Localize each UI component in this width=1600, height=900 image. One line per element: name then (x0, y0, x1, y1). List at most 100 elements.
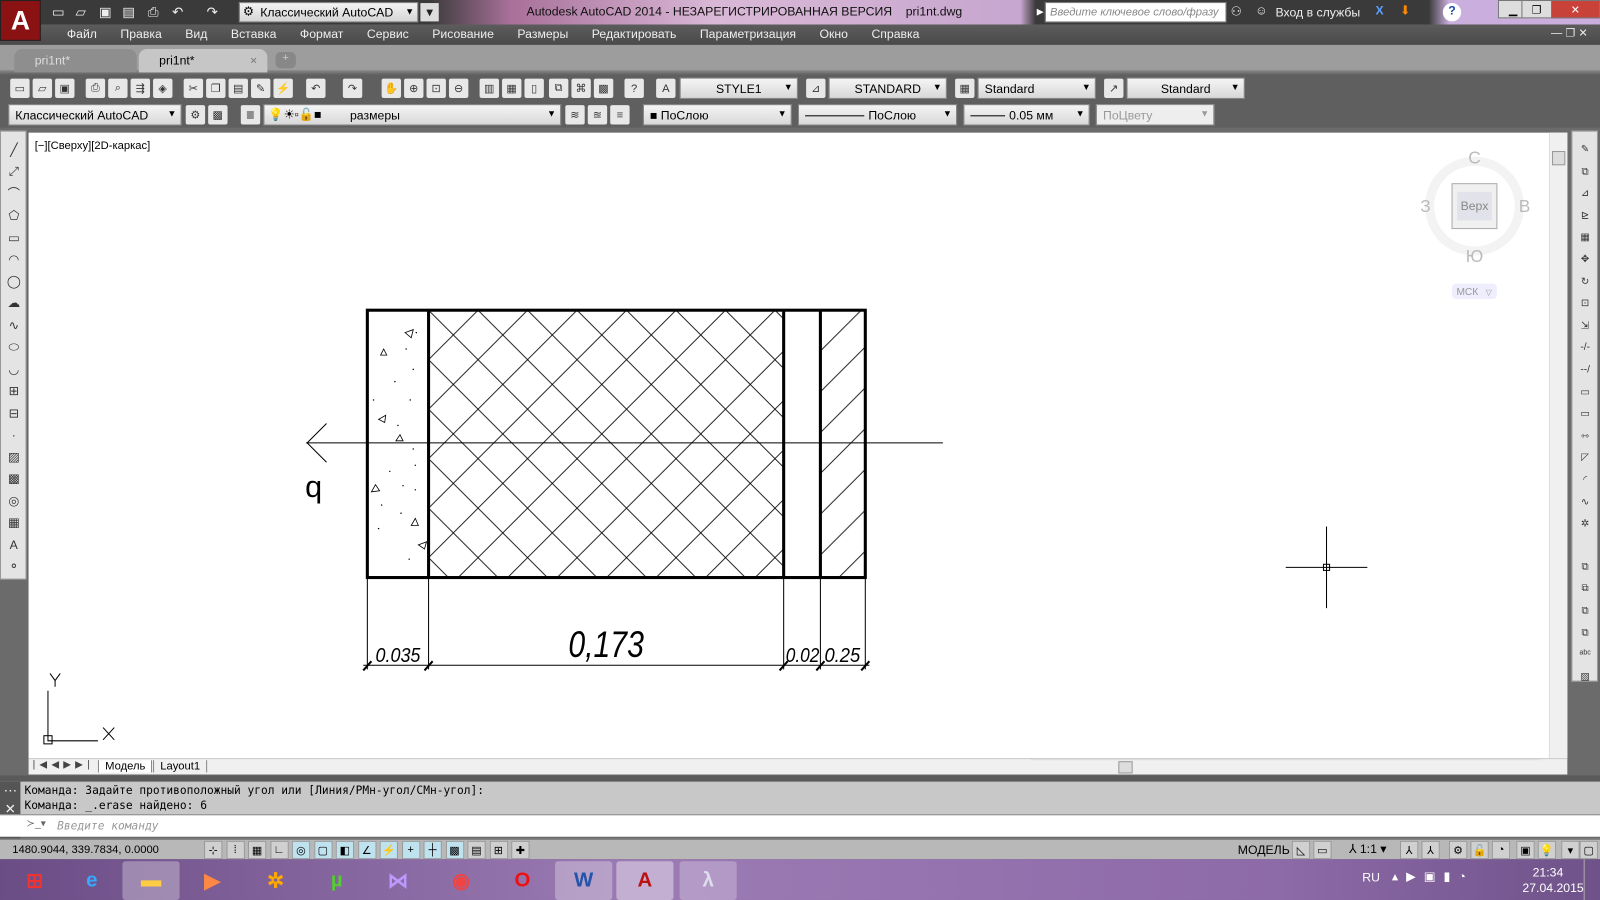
horizontal-scrollbar[interactable] (1030, 759, 1541, 774)
break-icon[interactable]: ▭ (1575, 404, 1594, 423)
qa-open-icon[interactable]: ▱ (71, 3, 89, 21)
toolpalette-icon[interactable]: ▯ (524, 78, 544, 98)
doc-window-controls[interactable]: — ❐ ✕ (1551, 27, 1588, 40)
search-input[interactable]: Введите ключевое слово/фразу (1044, 2, 1227, 23)
table-icon[interactable]: ▦ (4, 513, 23, 532)
sheetset-icon[interactable]: ⧉ (548, 78, 569, 98)
qa-save-icon[interactable]: ▣ (96, 3, 114, 21)
close-tab-icon[interactable]: × (250, 53, 257, 67)
mleader-style-dropdown[interactable]: Standard ▼ (1126, 77, 1245, 99)
expand-search-icon[interactable]: ▶ (1037, 6, 1044, 17)
redo-icon[interactable]: ↷ (342, 78, 363, 98)
explorer-icon[interactable]: ▬ (122, 861, 180, 900)
fillet-icon[interactable]: ◜ (1575, 470, 1594, 489)
snap-icon[interactable]: ⁞ (226, 840, 245, 860)
region-icon[interactable]: ◎ (4, 491, 23, 510)
drawing-canvas[interactable]: q 0.035 0,173 0.02 0.25 Верх С Ю З В МСК… (28, 132, 1568, 759)
menu-item[interactable]: Формат (288, 24, 355, 44)
close-button[interactable]: ✕ (1551, 0, 1600, 19)
table-style-dropdown[interactable]: Standard ▼ (977, 77, 1096, 99)
text-front-icon[interactable]: ᵃᵇᶜ (1575, 645, 1594, 664)
autocad-task-icon[interactable]: A (616, 861, 674, 900)
viewcube[interactable]: Верх С Ю З В МСК ▽ (1420, 147, 1530, 299)
utorrent-icon[interactable]: µ (308, 861, 365, 900)
join-icon[interactable]: ⇿ (1575, 426, 1594, 445)
3dprint-icon[interactable]: ◈ (153, 78, 173, 98)
viewcube-west[interactable]: З (1420, 196, 1430, 216)
chamfer-icon[interactable]: ◸ (1575, 448, 1594, 467)
quick-view-drawings-icon[interactable]: ▭ (1313, 840, 1332, 860)
qa-print-icon[interactable]: ⎙ (144, 3, 162, 21)
menu-item[interactable]: Правка (109, 24, 174, 44)
workspace-settings-icon[interactable]: ⚙ (185, 105, 206, 125)
customize-qa-icon[interactable]: ▾ (420, 3, 439, 22)
copy-object-icon[interactable]: ⧉ (1575, 162, 1594, 181)
rotate-icon[interactable]: ↻ (1575, 272, 1594, 291)
rectangle-icon[interactable]: ▭ (4, 228, 23, 247)
binoculars-icon[interactable]: ⚇ (1231, 4, 1242, 18)
viewcube-south[interactable]: Ю (1466, 246, 1484, 266)
lineweight-dropdown[interactable]: 0.05 мм ▼ (963, 104, 1090, 126)
trim-icon[interactable]: -/- (1575, 338, 1594, 357)
help-button[interactable]: ? (1442, 3, 1462, 22)
menu-item[interactable]: Справка (860, 24, 932, 44)
lightbulb-icon[interactable]: 💡 (1537, 840, 1557, 860)
cut-icon[interactable]: ✂ (183, 78, 204, 98)
ellipse-icon[interactable]: ⬭ (4, 337, 23, 356)
tab-layout1[interactable]: Layout1 (153, 760, 208, 773)
gradient-icon[interactable]: ▩ (4, 469, 23, 488)
zoom-window-icon[interactable]: ⊡ (426, 78, 446, 98)
menu-item[interactable]: Размеры (506, 24, 580, 44)
coordinates-readout[interactable]: 1480.9044, 339.7834, 0.0000 (12, 844, 159, 856)
menu-item[interactable]: Редактировать (580, 24, 688, 44)
layer-dropdown[interactable]: 💡☀▫🔓■ размеры ▼ (263, 104, 562, 126)
paste-icon[interactable]: ▤ (228, 78, 248, 98)
designcenter-icon[interactable]: ▦ (502, 78, 522, 98)
viewport-controls[interactable]: [−][Сверху][2D-каркас] (35, 140, 151, 152)
layer-properties-icon[interactable]: ≣ (240, 105, 261, 125)
ortho-icon[interactable]: ∟ (269, 840, 289, 860)
insert-block-icon[interactable]: ⊞ (4, 381, 23, 400)
workspace-combo[interactable]: Классический AutoCAD ▼ (8, 104, 182, 126)
media-player-icon[interactable]: ▶ (184, 861, 241, 900)
qa-new-icon[interactable]: ▭ (49, 3, 67, 21)
3dosnap-icon[interactable]: ◧ (335, 840, 355, 860)
addselected-icon[interactable]: ⚬ (4, 557, 23, 576)
erase-icon[interactable]: ✎ (1575, 140, 1594, 159)
selection-cycling-icon[interactable]: ⊞ (489, 840, 508, 860)
stretch-icon[interactable]: ⇲ (1575, 316, 1594, 335)
qa-saveas-icon[interactable]: ▤ (119, 3, 137, 21)
mathcad-icon[interactable]: λ (679, 861, 737, 900)
polar-icon[interactable]: ◎ (291, 840, 311, 860)
new-tab-button[interactable]: + (275, 52, 296, 69)
calculator-icon[interactable]: ▩ (593, 78, 614, 98)
scroll-thumb[interactable] (1118, 761, 1133, 774)
status-menu-icon[interactable]: ▾ (1561, 840, 1580, 860)
pan-icon[interactable]: ✋ (381, 78, 402, 98)
model-space-toggle[interactable]: МОДЕЛЬ (1238, 843, 1290, 857)
ducs-icon[interactable]: ⚡ (379, 840, 398, 860)
ucs-menu[interactable]: МСК (1456, 287, 1478, 298)
vertical-scrollbar[interactable] (1548, 132, 1568, 759)
customize-icon[interactable]: ▩ (208, 105, 228, 125)
ie-icon[interactable]: e (63, 861, 120, 900)
clean-screen-icon[interactable]: ▢ (1579, 840, 1598, 860)
break-point-icon[interactable]: ▭ (1575, 382, 1594, 401)
viewcube-north[interactable]: С (1468, 147, 1481, 167)
mirror-icon[interactable]: ⊿ (1575, 184, 1594, 203)
linetype-dropdown[interactable]: ПоСлою ▼ (797, 104, 958, 126)
autoscale-icon[interactable]: ⅄ (1421, 840, 1440, 860)
visual-studio-icon[interactable]: ⋈ (369, 861, 426, 900)
spline-icon[interactable]: ∿ (4, 315, 23, 334)
layer-previous-icon[interactable]: ≊ (587, 105, 608, 125)
blockedit-icon[interactable]: ⚡ (273, 78, 293, 98)
explode-icon[interactable]: ✲ (1575, 514, 1594, 533)
copy-icon[interactable]: ❐ (206, 78, 226, 98)
opera-icon[interactable]: O (494, 861, 551, 900)
puzzle-app-icon[interactable]: ✲ (247, 861, 304, 900)
color-dropdown[interactable]: ■ ПоСлою ▼ (642, 104, 792, 126)
annotation-visibility-icon[interactable]: ⅄ (1399, 840, 1419, 860)
annomonitor-icon[interactable]: ✚ (511, 840, 530, 860)
tab-model[interactable]: Модель (97, 760, 153, 773)
make-block-icon[interactable]: ⊟ (4, 403, 23, 422)
